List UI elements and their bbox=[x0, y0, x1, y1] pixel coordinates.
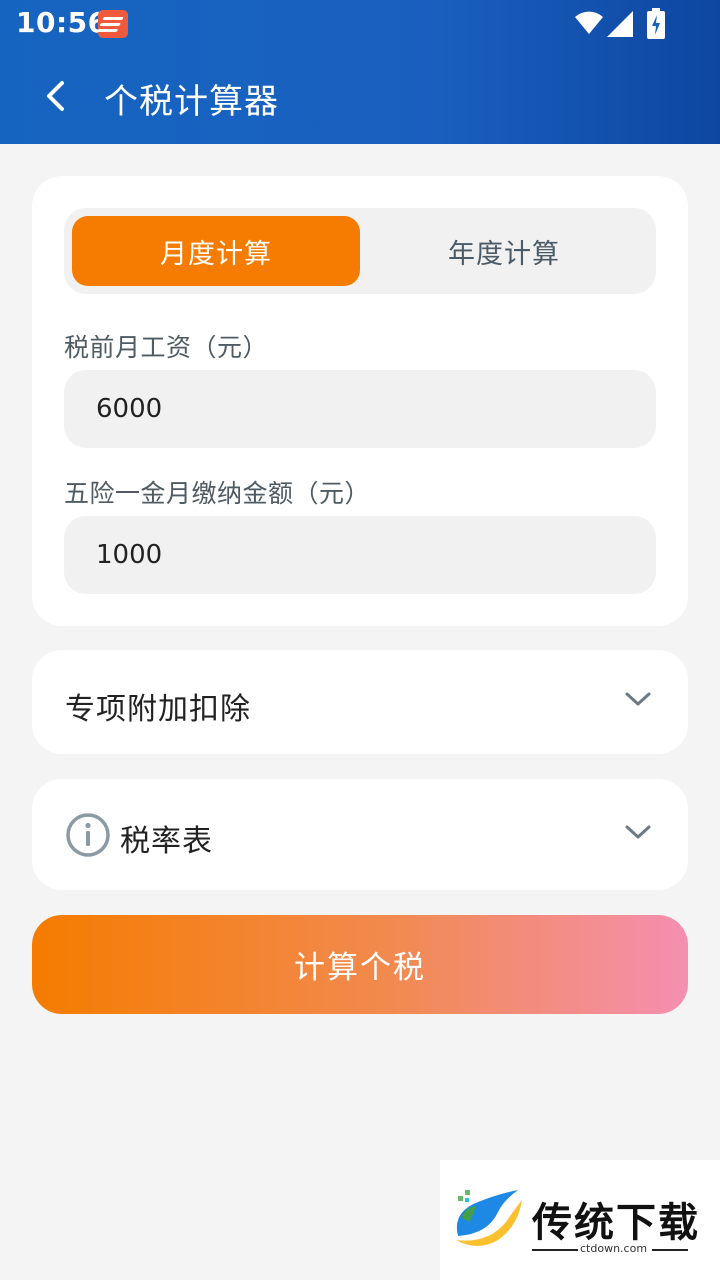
insurance-input[interactable]: 1000 bbox=[64, 516, 656, 594]
chevron-down-icon bbox=[625, 692, 651, 706]
status-bar: 10:56 bbox=[0, 0, 720, 48]
special-deduction-title: 专项附加扣除 bbox=[65, 692, 251, 727]
status-time: 10:56 bbox=[16, 6, 108, 39]
chevron-down-icon bbox=[625, 825, 651, 839]
salary-input[interactable]: 6000 bbox=[64, 370, 656, 448]
tab-yearly-calculation[interactable]: 年度计算 bbox=[360, 216, 648, 286]
notification-app-icon bbox=[98, 10, 128, 38]
watermark-divider bbox=[652, 1249, 688, 1251]
watermark: 传统下载 ctdown.com bbox=[440, 1160, 720, 1280]
mode-toggle: 月度计算 年度计算 bbox=[64, 208, 656, 294]
tab-monthly-calculation[interactable]: 月度计算 bbox=[72, 216, 360, 286]
watermark-brand: 传统下载 bbox=[532, 1200, 700, 1246]
signal-icon bbox=[607, 11, 633, 37]
tax-rate-table-title: 税率表 bbox=[120, 824, 213, 859]
battery-icon bbox=[647, 8, 665, 39]
watermark-divider bbox=[532, 1249, 578, 1251]
calculator-form-card: 月度计算 年度计算 税前月工资（元） 6000 五险一金月缴纳金额（元） 100… bbox=[32, 176, 688, 626]
calculate-tax-button[interactable]: 计算个税 bbox=[32, 915, 688, 1014]
insurance-label: 五险一金月缴纳金额（元） bbox=[64, 479, 371, 508]
top-bar: 10:56 个税计算器 bbox=[0, 0, 720, 144]
back-button[interactable] bbox=[30, 70, 82, 122]
page-title: 个税计算器 bbox=[104, 82, 279, 122]
watermark-domain: ctdown.com bbox=[580, 1242, 648, 1255]
tax-rate-table-section[interactable]: 税率表 bbox=[32, 779, 688, 890]
salary-label: 税前月工资（元） bbox=[64, 333, 269, 362]
wifi-icon bbox=[575, 11, 603, 34]
info-icon bbox=[66, 813, 110, 857]
watermark-logo-icon bbox=[456, 1190, 522, 1246]
app-bar: 个税计算器 bbox=[0, 48, 720, 144]
special-deduction-section[interactable]: 专项附加扣除 bbox=[32, 650, 688, 754]
back-arrow-icon bbox=[47, 81, 64, 111]
